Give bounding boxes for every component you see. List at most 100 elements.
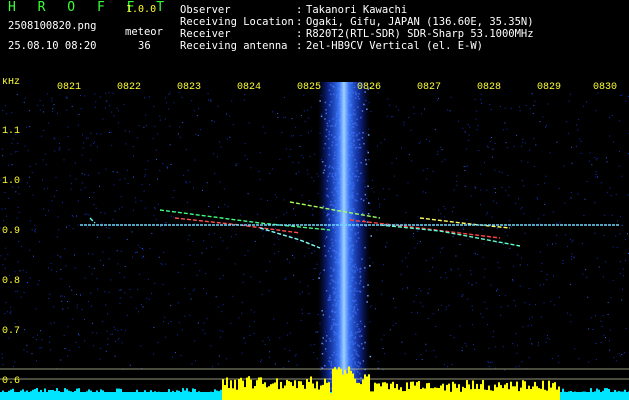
noise-speckle xyxy=(241,352,243,354)
spectrum-bar xyxy=(614,390,616,400)
spectrum-bar xyxy=(402,391,404,400)
info-value-antenna: 2el-HB9CV Vertical (el. E-W) xyxy=(306,40,484,52)
noise-speckle xyxy=(520,208,522,210)
noise-speckle xyxy=(71,215,73,216)
noise-speckle xyxy=(558,187,560,189)
noise-speckle xyxy=(540,271,542,272)
noise-speckle xyxy=(448,304,450,306)
noise-speckle xyxy=(108,291,110,293)
info-label-location: Receiving Location xyxy=(180,16,294,28)
noise-speckle xyxy=(244,94,246,95)
noise-speckle xyxy=(168,293,170,295)
noise-speckle xyxy=(475,187,477,189)
noise-speckle xyxy=(142,249,144,251)
noise-speckle xyxy=(588,361,590,363)
noise-speckle xyxy=(382,188,384,190)
noise-speckle xyxy=(316,358,318,359)
noise-speckle xyxy=(269,339,271,341)
noise-speckle xyxy=(468,140,470,141)
spectrum-bar xyxy=(582,391,584,400)
spectrum-bar xyxy=(428,382,430,400)
noise-speckle xyxy=(154,282,156,284)
noise-speckle xyxy=(444,159,446,161)
noise-speckle xyxy=(117,122,119,124)
spectrum-bar xyxy=(500,385,502,400)
noise-speckle xyxy=(576,145,577,147)
noise-speckle xyxy=(149,184,151,186)
spectrum-bar xyxy=(450,391,452,400)
noise-speckle xyxy=(533,166,535,167)
noise-speckle xyxy=(537,344,539,346)
noise-speckle xyxy=(443,364,445,366)
noise-speckle xyxy=(157,133,159,135)
noise-speckle xyxy=(6,215,7,217)
spectrum-bar xyxy=(572,392,574,400)
noise-speckle xyxy=(289,332,291,334)
noise-speckle xyxy=(381,280,383,282)
spectrum-bar xyxy=(386,383,388,400)
noise-speckle xyxy=(108,92,110,94)
noise-speckle xyxy=(465,165,467,167)
noise-speckle xyxy=(293,257,295,259)
noise-speckle xyxy=(586,101,587,103)
noise-speckle xyxy=(503,129,505,131)
noise-speckle xyxy=(570,192,572,194)
noise-speckle xyxy=(609,116,610,118)
noise-speckle xyxy=(170,321,172,322)
noise-speckle xyxy=(530,338,531,340)
noise-speckle xyxy=(71,105,73,107)
noise-speckle xyxy=(455,180,457,182)
spectrum-bar xyxy=(412,381,414,400)
noise-speckle xyxy=(49,293,51,295)
noise-speckle xyxy=(67,326,69,328)
noise-speckle xyxy=(209,99,211,101)
noise-speckle xyxy=(559,222,561,224)
noise-speckle xyxy=(480,189,482,191)
noise-speckle xyxy=(403,121,405,123)
info-separator: : xyxy=(296,16,303,28)
noise-speckle xyxy=(491,156,493,158)
noise-speckle xyxy=(603,235,605,236)
noise-speckle xyxy=(501,186,503,188)
noise-speckle xyxy=(253,311,255,313)
spectrum-bar xyxy=(440,385,442,400)
noise-speckle xyxy=(132,146,134,147)
noise-speckle xyxy=(54,150,56,152)
noise-speckle xyxy=(268,290,270,292)
noise-speckle xyxy=(482,256,484,258)
noise-speckle xyxy=(429,271,431,273)
noise-speckle xyxy=(72,228,74,230)
noise-speckle xyxy=(236,163,238,165)
spectrum-bar xyxy=(594,391,596,400)
noise-speckle xyxy=(516,352,518,354)
noise-speckle xyxy=(616,247,618,249)
spectrum-bar xyxy=(46,392,48,400)
noise-speckle xyxy=(137,311,139,313)
noise-speckle xyxy=(59,255,61,257)
noise-speckle xyxy=(301,194,303,196)
noise-speckle xyxy=(609,329,611,331)
spectrum-bar xyxy=(394,388,396,400)
noise-speckle xyxy=(61,300,63,302)
spectrum-bar xyxy=(152,393,154,400)
noise-speckle xyxy=(66,97,68,99)
y-tick-label: 0.8 xyxy=(2,276,20,287)
info-label-receiver: Receiver xyxy=(180,28,231,40)
noise-speckle xyxy=(480,313,482,315)
noise-speckle xyxy=(552,243,554,245)
noise-speckle xyxy=(517,344,518,346)
noise-speckle xyxy=(244,254,246,256)
noise-speckle xyxy=(546,279,548,281)
noise-speckle xyxy=(303,94,305,96)
noise-speckle xyxy=(113,184,115,186)
noise-speckle xyxy=(90,305,92,307)
noise-speckle xyxy=(88,174,90,176)
noise-speckle xyxy=(472,309,474,311)
spectrum-bar xyxy=(162,393,164,400)
noise-speckle xyxy=(163,321,164,323)
spectrum-bar xyxy=(146,393,148,400)
spectrum-bar xyxy=(590,388,592,400)
noise-speckle xyxy=(278,251,280,253)
noise-speckle xyxy=(466,218,468,220)
noise-speckle xyxy=(282,367,284,369)
